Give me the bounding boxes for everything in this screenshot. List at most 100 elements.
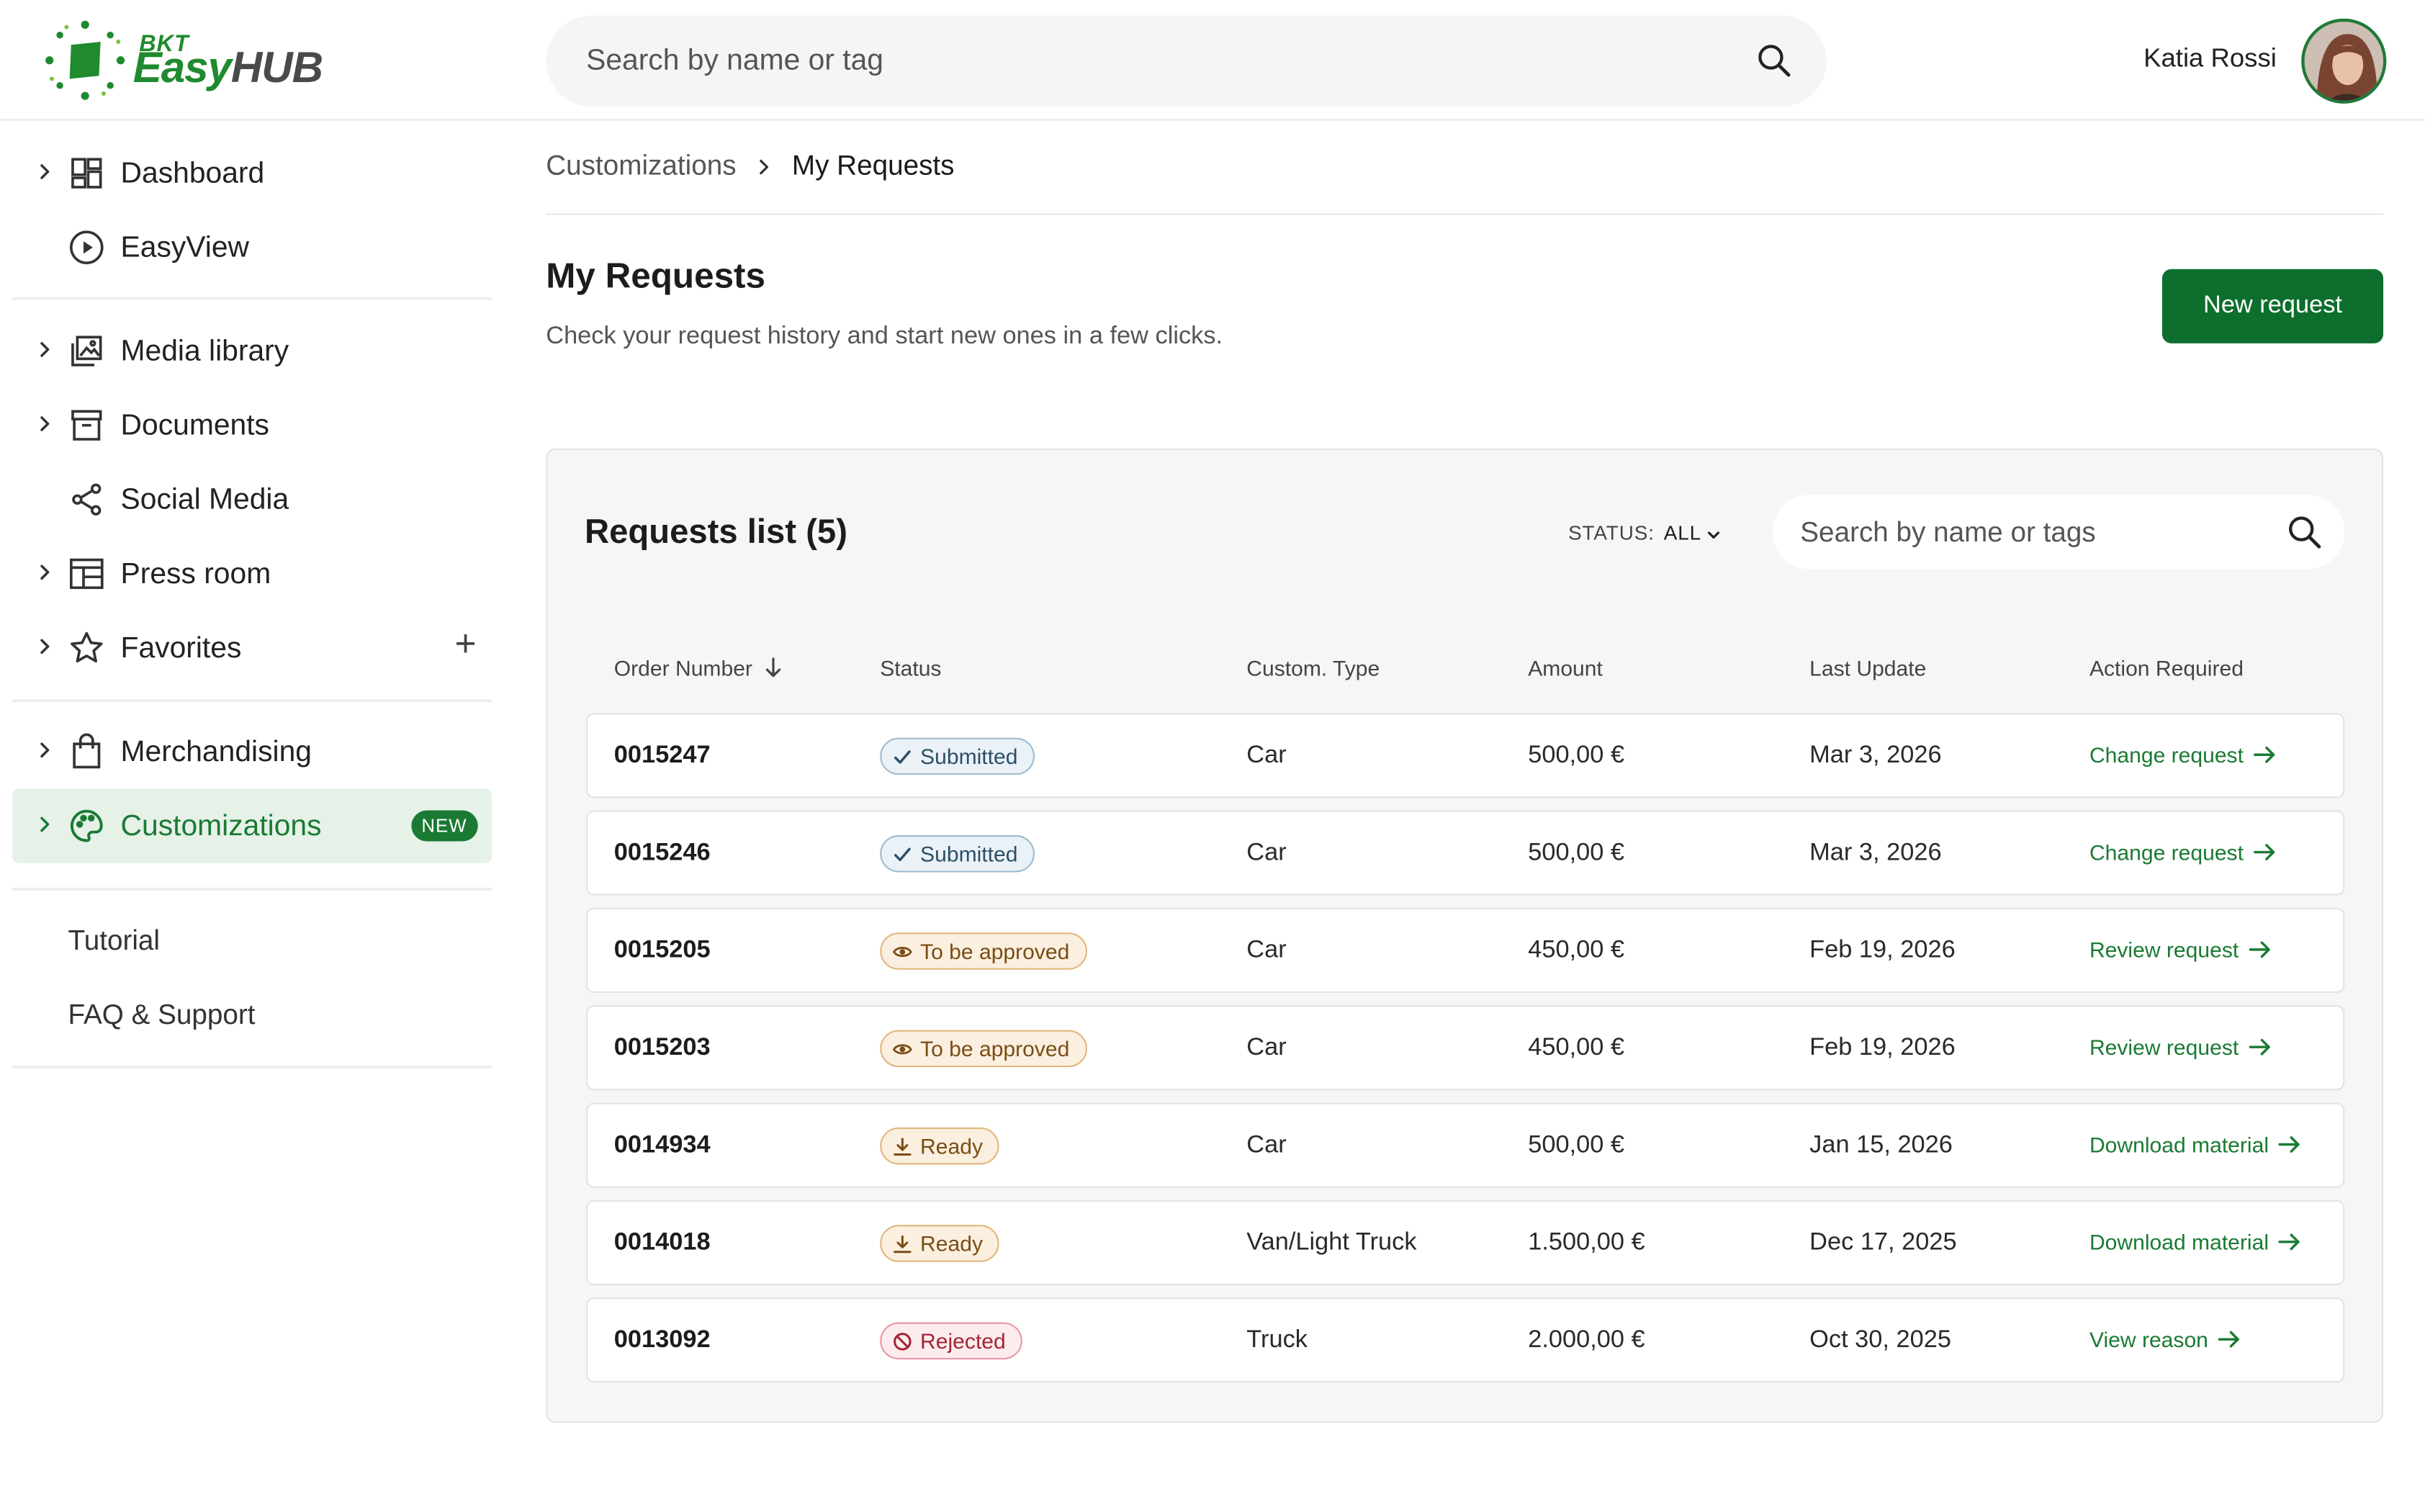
star-icon	[71, 631, 103, 663]
last-update: Mar 3, 2026	[1809, 742, 1942, 769]
sidebar-item-label: Documents	[120, 410, 269, 443]
column-header-custom-type: Custom. Type	[1246, 655, 1380, 681]
status-badge-label: Submitted	[920, 841, 1018, 866]
blocked-icon	[894, 1333, 912, 1351]
global-search	[546, 15, 1827, 107]
logo-easy-text: Easy	[132, 43, 232, 91]
status-badge: Rejected	[880, 1322, 1023, 1360]
change-request-link[interactable]: Change request	[2089, 742, 2276, 767]
chevron-right-icon[interactable]	[34, 338, 55, 360]
arrow-right-icon	[2278, 1136, 2300, 1153]
requests-search-input[interactable]	[1800, 495, 2264, 570]
status-badge-label: To be approved	[920, 1036, 1070, 1061]
sidebar-item-documents[interactable]: Documents	[12, 388, 492, 462]
status-badge-label: To be approved	[920, 938, 1070, 964]
logo-hub-text: HUB	[230, 43, 323, 91]
tutorial-link[interactable]: Tutorial	[68, 925, 161, 958]
amount: 450,00 €	[1528, 1035, 1625, 1061]
chevron-right-icon[interactable]	[34, 739, 55, 761]
shopping-bag-icon	[73, 733, 101, 769]
action-label: Review request	[2089, 937, 2239, 963]
order-number: 0014934	[613, 1132, 711, 1158]
sidebar-item-customizations[interactable]: Customizations NEW	[12, 788, 492, 863]
download-icon	[894, 1235, 912, 1254]
sidebar-item-easyview[interactable]: EasyView	[12, 210, 492, 284]
top-bar: BKT EasyHUB Katia Rossi	[0, 0, 2425, 121]
sort-down-arrow-icon[interactable]	[765, 657, 783, 679]
sidebar-item-label: Favorites	[120, 632, 242, 665]
change-request-link[interactable]: Change request	[2089, 840, 2276, 865]
chevron-right-icon[interactable]	[34, 413, 55, 435]
sidebar-item-label: Merchandising	[120, 736, 312, 769]
status-badge: Submitted	[880, 737, 1035, 775]
avatar[interactable]	[2301, 18, 2387, 104]
faq-support-link[interactable]: FAQ & Support	[68, 999, 256, 1032]
sidebar-item-label: Customizations	[120, 810, 322, 843]
action-label: Download material	[2089, 1132, 2269, 1157]
table-row[interactable]: 0014018 Ready Van/Light Truck 1.500,00 €…	[586, 1200, 2345, 1285]
new-badge: NEW	[410, 810, 478, 842]
amount: 500,00 €	[1528, 742, 1625, 769]
chevron-right-icon[interactable]	[34, 636, 55, 657]
review-request-link[interactable]: Review request	[2089, 937, 2271, 962]
new-request-button[interactable]: New request	[2161, 269, 2384, 343]
column-header-last-update: Last Update	[1809, 655, 1927, 681]
logo[interactable]: BKT EasyHUB	[43, 19, 323, 102]
table-row[interactable]: 0015203 To be approved Car 450,00 € Feb …	[586, 1005, 2345, 1091]
sidebar-item-favorites[interactable]: Favorites +	[12, 611, 492, 685]
review-request-link[interactable]: Review request	[2089, 1035, 2271, 1059]
chevron-right-icon[interactable]	[34, 814, 55, 835]
logo-wordmark: EasyHUB	[133, 43, 323, 93]
arrow-right-icon	[2278, 1233, 2300, 1251]
table-row[interactable]: 0014934 Ready Car 500,00 € Jan 15, 2026 …	[586, 1102, 2345, 1188]
sidebar-divider	[12, 887, 492, 891]
press-layout-icon	[69, 558, 104, 590]
order-number: 0015247	[613, 742, 711, 769]
chevron-right-icon[interactable]	[34, 161, 55, 182]
arrow-right-icon	[2218, 1331, 2239, 1348]
column-header-order-number[interactable]: Order Number	[614, 656, 783, 680]
custom-type: Car	[1246, 1132, 1287, 1158]
sidebar-item-label: Social Media	[120, 484, 289, 517]
download-icon	[894, 1138, 912, 1156]
arrow-right-icon	[2253, 844, 2275, 860]
table-row[interactable]: 0013092 Rejected Truck 2.000,00 € Oct 30…	[586, 1297, 2345, 1383]
sidebar-item-media-library[interactable]: Media library	[12, 314, 492, 388]
user-name[interactable]: Katia Rossi	[2143, 43, 2277, 74]
column-header-action-required: Action Required	[2089, 655, 2244, 681]
search-icon[interactable]	[2286, 513, 2323, 551]
action-label: Change request	[2089, 840, 2244, 865]
amount: 2.000,00 €	[1528, 1326, 1645, 1354]
status-filter-value[interactable]: ALL	[1664, 521, 1701, 544]
table-row[interactable]: 0015247 Submitted Car 500,00 € Mar 3, 20…	[586, 713, 2345, 798]
sidebar-item-social-media[interactable]: Social Media	[12, 462, 492, 536]
sidebar-item-dashboard[interactable]: Dashboard	[12, 136, 492, 210]
status-filter[interactable]: STATUS: ALL	[1568, 521, 1722, 544]
breadcrumb-parent[interactable]: Customizations	[546, 150, 736, 181]
global-search-input[interactable]	[586, 15, 1731, 107]
sidebar-item-label: Dashboard	[120, 158, 265, 191]
sidebar-item-label: Media library	[120, 336, 289, 369]
table-row[interactable]: 0015246 Submitted Car 500,00 € Mar 3, 20…	[586, 810, 2345, 896]
last-update: Jan 15, 2026	[1809, 1132, 1953, 1158]
action-label: Review request	[2089, 1035, 2239, 1060]
last-update: Mar 3, 2026	[1809, 840, 1942, 866]
status-filter-label: STATUS:	[1568, 521, 1655, 545]
table-row[interactable]: 0015205 To be approved Car 450,00 € Feb …	[586, 907, 2345, 994]
breadcrumb: Customizations My Requests	[546, 150, 954, 187]
add-favorite-button[interactable]: +	[454, 626, 476, 664]
sidebar-item-merchandising[interactable]: Merchandising	[12, 714, 492, 788]
search-icon[interactable]	[1755, 42, 1793, 79]
order-number: 0015205	[613, 937, 711, 964]
download-material-link[interactable]: Download material	[2089, 1132, 2301, 1157]
view-reason-link[interactable]: View reason	[2089, 1327, 2241, 1351]
share-icon	[72, 483, 102, 516]
download-material-link[interactable]: Download material	[2089, 1230, 2301, 1254]
status-badge-label: Ready	[920, 1133, 983, 1158]
custom-type: Car	[1246, 1035, 1287, 1061]
chevron-right-icon[interactable]	[34, 562, 55, 583]
arrow-right-icon	[2248, 941, 2269, 958]
sidebar-item-press-room[interactable]: Press room	[12, 536, 492, 611]
chevron-down-icon[interactable]	[1706, 527, 1721, 542]
requests-list-title: Requests list (5)	[584, 511, 847, 551]
